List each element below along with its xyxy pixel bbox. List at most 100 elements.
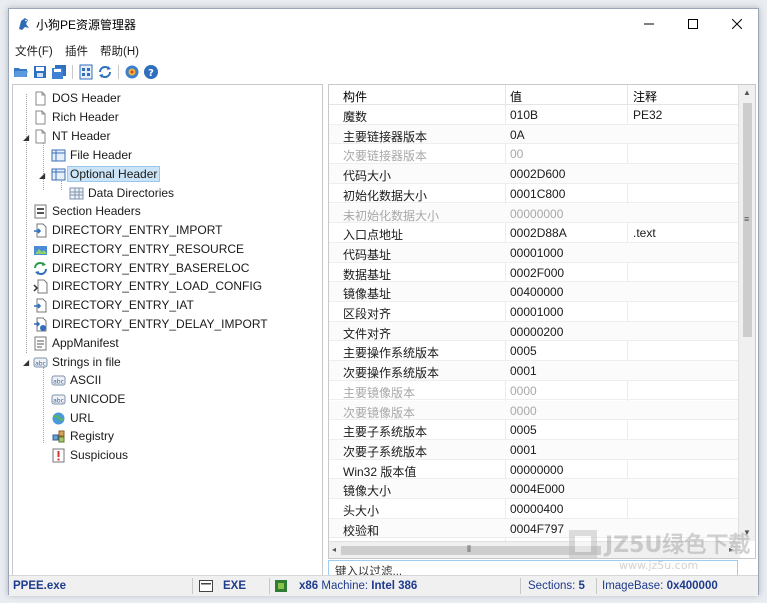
menu-help[interactable]: 帮助(H) bbox=[100, 43, 139, 59]
tree-item-registry[interactable]: Registry bbox=[51, 427, 114, 445]
grid-icon bbox=[69, 187, 84, 199]
globe-icon bbox=[52, 412, 65, 424]
tree-item-section-headers[interactable]: Section Headers bbox=[33, 202, 141, 220]
cell-value: 00000000 bbox=[510, 462, 564, 477]
tree-item-directory-entry-resource[interactable]: DIRECTORY_ENTRY_RESOURCE bbox=[33, 240, 244, 258]
toolbar-separator bbox=[72, 65, 73, 79]
column-header-field[interactable]: 构件 bbox=[343, 88, 367, 105]
binary-icon[interactable] bbox=[78, 64, 94, 80]
tree-item-dos-header[interactable]: DOS Header bbox=[33, 89, 121, 107]
title-bar: 小狗PE资源管理器 bbox=[9, 9, 758, 39]
table-row[interactable]: 次要子系统版本 0001 bbox=[329, 439, 740, 460]
table-row[interactable]: 主要链接器版本 0A bbox=[329, 124, 740, 145]
tree-item-nt-header[interactable]: NT Header bbox=[33, 127, 110, 145]
maximize-button[interactable] bbox=[671, 9, 715, 39]
pe-structure-tree[interactable]: ◢ ◢ ◢ DOS Header Rich Header NT Header F… bbox=[12, 84, 323, 578]
tree-item-suspicious[interactable]: Suspicious bbox=[51, 446, 128, 464]
refresh-icon[interactable] bbox=[97, 64, 113, 80]
tree-item-ascii[interactable]: abc ASCII bbox=[51, 371, 101, 389]
close-icon bbox=[732, 19, 742, 29]
table-row[interactable]: 代码大小 0002D600 bbox=[329, 164, 740, 184]
tree-item-directory-entry-basereloc[interactable]: DIRECTORY_ENTRY_BASERELOC bbox=[33, 259, 249, 277]
table-row[interactable]: 次要操作系统版本 0001 bbox=[329, 361, 740, 381]
tree-item-label: Suspicious bbox=[70, 448, 129, 462]
sections-icon bbox=[34, 204, 47, 218]
tree-item-data-directories[interactable]: Data Directories bbox=[69, 184, 174, 202]
table-row[interactable]: 次要镜像版本 0000 bbox=[329, 400, 740, 421]
table-icon bbox=[51, 149, 66, 161]
cell-field: 主要链接器版本 bbox=[343, 129, 428, 144]
tree-item-label: DIRECTORY_ENTRY_RESOURCE bbox=[52, 242, 245, 256]
tree-item-optional-header[interactable]: Optional Header bbox=[51, 165, 161, 183]
tree-item-appmanifest[interactable]: AppManifest bbox=[33, 334, 119, 352]
optional-header-collapse-arrow-icon[interactable]: ◢ bbox=[39, 171, 48, 180]
tree-item-label: DOS Header bbox=[52, 91, 121, 105]
column-header-value[interactable]: 值 bbox=[510, 88, 522, 105]
column-divider[interactable] bbox=[505, 85, 506, 105]
table-row[interactable]: 主要子系统版本 0005 bbox=[329, 420, 740, 440]
table-row[interactable]: 数据基址 0002F000 bbox=[329, 263, 740, 283]
status-separator bbox=[269, 578, 270, 594]
tree-item-directory-entry-import[interactable]: DIRECTORY_ENTRY_IMPORT bbox=[33, 221, 222, 239]
reloc-icon bbox=[34, 261, 47, 275]
manifest-icon bbox=[34, 336, 47, 350]
tree-item-rich-header[interactable]: Rich Header bbox=[33, 108, 119, 126]
grid-header: 构件 值 注释 bbox=[329, 85, 740, 105]
status-separator bbox=[520, 578, 521, 594]
table-row[interactable]: 代码基址 00001000 bbox=[329, 242, 740, 263]
tree-item-directory-entry-delay-import[interactable]: DIRECTORY_ENTRY_DELAY_IMPORT bbox=[33, 315, 268, 333]
resource-icon bbox=[34, 245, 47, 255]
vertical-scrollbar[interactable]: ▲ ≡ ▼ bbox=[738, 85, 755, 541]
table-row[interactable]: 初始化数据大小 0001C800 bbox=[329, 184, 740, 204]
horizontal-scroll-thumb[interactable] bbox=[341, 546, 601, 555]
tree-item-directory-entry-load-config[interactable]: DIRECTORY_ENTRY_LOAD_CONFIG bbox=[33, 277, 262, 295]
open-folder-icon[interactable] bbox=[13, 64, 29, 80]
import-icon bbox=[34, 298, 47, 312]
table-row[interactable]: 主要操作系统版本 0005 bbox=[329, 341, 740, 362]
close-button[interactable] bbox=[715, 9, 759, 39]
table-row[interactable]: 区段对齐 00001000 bbox=[329, 302, 740, 322]
scroll-left-arrow-icon[interactable]: ◂ bbox=[332, 545, 336, 554]
document-icon bbox=[35, 91, 46, 105]
cell-field: 次要子系统版本 bbox=[343, 444, 428, 459]
menu-file[interactable]: 文件(F) bbox=[15, 43, 53, 59]
table-row[interactable]: 头大小 00000400 bbox=[329, 499, 740, 519]
cell-value: 00400000 bbox=[510, 285, 564, 300]
strings-collapse-arrow-icon[interactable]: ◢ bbox=[23, 358, 32, 367]
table-row[interactable]: 主要镜像版本 0000 bbox=[329, 381, 740, 401]
menu-plugins[interactable]: 插件 bbox=[65, 43, 88, 59]
tree-item-file-header[interactable]: File Header bbox=[51, 146, 132, 164]
table-row[interactable]: 文件对齐 00000200 bbox=[329, 321, 740, 342]
nt-header-collapse-arrow-icon[interactable]: ◢ bbox=[23, 133, 32, 142]
scroll-up-arrow-icon[interactable]: ▲ bbox=[743, 88, 751, 97]
cell-value: 0004F797 bbox=[510, 521, 565, 536]
column-header-note[interactable]: 注释 bbox=[633, 88, 657, 105]
column-divider[interactable] bbox=[627, 85, 628, 105]
table-row[interactable]: 未初始化数据大小 00000000 bbox=[329, 203, 740, 224]
tree-item-label: DIRECTORY_ENTRY_IAT bbox=[52, 298, 194, 312]
save-all-icon[interactable] bbox=[51, 64, 67, 80]
help-icon[interactable]: ? bbox=[143, 64, 159, 80]
cell-value: 0001C800 bbox=[510, 186, 566, 201]
table-row[interactable]: 次要链接器版本 00 bbox=[329, 144, 740, 165]
cell-note: .text bbox=[633, 226, 656, 241]
plugin-icon[interactable] bbox=[124, 64, 140, 80]
table-row[interactable]: 镜像基址 00400000 bbox=[329, 282, 740, 302]
tree-item-label: Data Directories bbox=[88, 186, 175, 200]
tree-item-directory-entry-iat[interactable]: DIRECTORY_ENTRY_IAT bbox=[33, 296, 194, 314]
tree-item-label: File Header bbox=[70, 148, 133, 162]
tree-item-unicode[interactable]: abc UNICODE bbox=[51, 390, 125, 408]
table-row[interactable]: 镜像大小 0004E000 bbox=[329, 479, 740, 499]
status-type: EXE bbox=[223, 580, 247, 592]
table-row[interactable]: Win32 版本值 00000000 bbox=[329, 460, 740, 480]
tree-item-strings-in-file[interactable]: abc Strings in file bbox=[33, 353, 121, 371]
cell-field: 代码大小 bbox=[343, 169, 392, 184]
save-icon[interactable] bbox=[32, 64, 48, 80]
table-row[interactable]: 魔数 010B PE32 bbox=[329, 105, 740, 125]
table-row[interactable]: 入口点地址 0002D88A .text bbox=[329, 223, 740, 243]
svg-text:abc: abc bbox=[53, 378, 64, 385]
optional-header-grid[interactable]: 构件 值 注释 魔数 010B PE32 主要链接器版本 0A 次要链接器版本 00 代码大小… bbox=[328, 84, 756, 559]
minimize-button[interactable] bbox=[627, 9, 671, 39]
jz5u-watermark-logo: JZ5U绿色下载 www.jz5u.com bbox=[569, 530, 750, 572]
tree-item-url[interactable]: URL bbox=[51, 409, 94, 427]
